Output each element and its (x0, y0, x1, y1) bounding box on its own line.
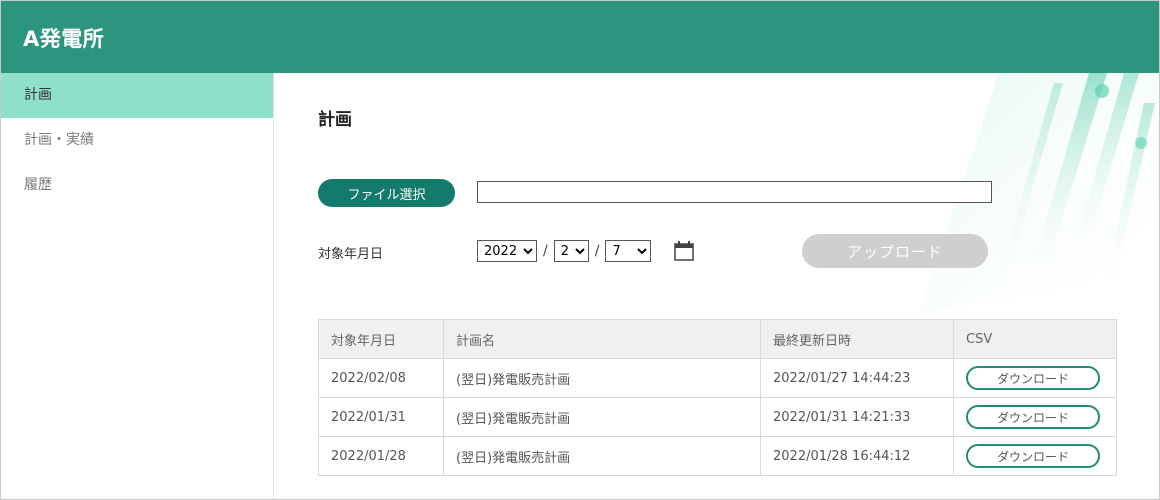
cell-csv: ダウンロード (953, 358, 1117, 398)
upload-button[interactable]: アップロード (802, 234, 988, 268)
cell-target-date: 2022/02/08 (318, 358, 444, 398)
sidebar: 計画 計画・実績 履歴 (1, 73, 274, 499)
table-row: 2022/01/28 (翌日)発電販売計画 2022/01/28 16:44:1… (318, 436, 1117, 476)
day-select[interactable]: 7 (605, 240, 652, 262)
calendar-icon[interactable] (673, 240, 695, 262)
date-selector: 2022 / 2 / 7 (477, 240, 695, 262)
column-header-target-date: 対象年月日 (318, 319, 444, 359)
table-header-row: 対象年月日 計画名 最終更新日時 CSV (318, 319, 1117, 359)
cell-plan-name: (翌日)発電販売計画 (443, 397, 761, 437)
date-separator: / (543, 243, 548, 259)
cell-target-date: 2022/01/28 (318, 436, 444, 476)
month-select[interactable]: 2 (553, 240, 589, 262)
download-button[interactable]: ダウンロード (966, 444, 1100, 468)
file-path-input[interactable] (477, 181, 992, 203)
app-title: A発電所 (23, 27, 105, 51)
cell-last-updated: 2022/01/27 14:44:23 (760, 358, 954, 398)
table-row: 2022/02/08 (翌日)発電販売計画 2022/01/27 14:44:2… (318, 358, 1117, 398)
app-header: A発電所 (1, 1, 1159, 73)
download-button[interactable]: ダウンロード (966, 405, 1100, 429)
cell-plan-name: (翌日)発電販売計画 (443, 358, 761, 398)
cell-csv: ダウンロード (953, 397, 1117, 437)
app-window: A発電所 計画 計画・実績 履歴 計画 ファイル選択 対象年月日 2022 / … (0, 0, 1160, 500)
column-header-plan-name: 計画名 (443, 319, 761, 359)
cell-last-updated: 2022/01/28 16:44:12 (760, 436, 954, 476)
page-title: 計画 (318, 110, 352, 130)
cell-last-updated: 2022/01/31 14:21:33 (760, 397, 954, 437)
download-button[interactable]: ダウンロード (966, 366, 1100, 390)
column-header-csv: CSV (953, 319, 1117, 359)
target-date-label: 対象年月日 (318, 247, 384, 262)
table-row: 2022/01/31 (翌日)発電販売計画 2022/01/31 14:21:3… (318, 397, 1117, 437)
sidebar-item-history[interactable]: 履歴 (1, 163, 273, 208)
column-header-last-updated: 最終更新日時 (760, 319, 954, 359)
sidebar-item-plan[interactable]: 計画 (1, 73, 273, 118)
date-separator: / (594, 243, 600, 259)
plan-table: 対象年月日 計画名 最終更新日時 CSV 2022/02/08 (翌日)発電販売… (318, 319, 1117, 476)
cell-target-date: 2022/01/31 (318, 397, 444, 437)
file-select-button[interactable]: ファイル選択 (318, 179, 455, 207)
sidebar-item-plan-actual[interactable]: 計画・実績 (1, 118, 273, 163)
cell-csv: ダウンロード (953, 436, 1117, 476)
main-content: 計画 ファイル選択 対象年月日 2022 / 2 / 7 アップロード 対象年月… (274, 73, 1159, 499)
year-select[interactable]: 2022 (477, 240, 537, 262)
cell-plan-name: (翌日)発電販売計画 (443, 436, 761, 476)
